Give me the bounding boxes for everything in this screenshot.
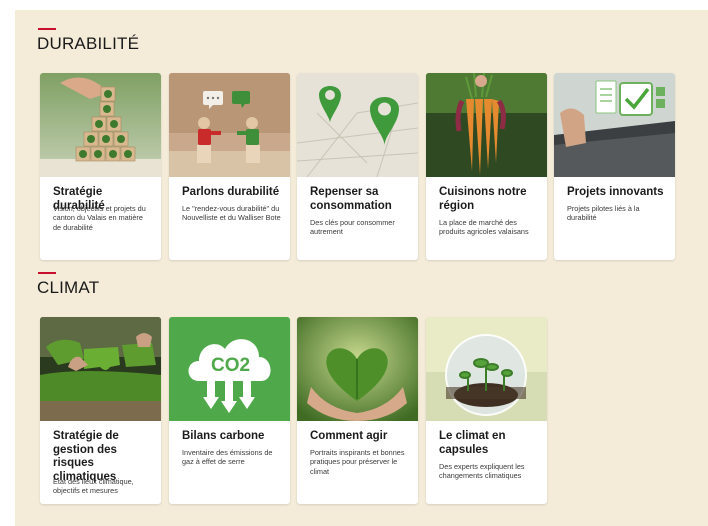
card-image-laptop-checklist (554, 73, 675, 177)
card-image-glass-sphere (426, 317, 547, 421)
card-title: Repenser sa consommation (310, 186, 392, 212)
card-climat-capsules[interactable]: Le climat en capsules Des experts expliq… (426, 317, 547, 504)
card-image-carrots (426, 73, 547, 177)
card-image-wooden-blocks (40, 73, 161, 177)
section-title-climat: CLIMAT (37, 278, 100, 297)
card-comment-agir[interactable]: Comment agir Portraits inspirants et bon… (297, 317, 418, 504)
card-description: Vision, objectifs et projets du canton d… (53, 204, 146, 232)
card-projets-innovants[interactable]: Projets innovants Projets pilotes liés à… (554, 73, 675, 260)
card-title: Parlons durabilité (182, 186, 280, 198)
card-title: Comment agir (310, 430, 388, 442)
section-title-durabilite: DURABILITÉ (37, 34, 140, 53)
card-image-map-pins (297, 73, 418, 177)
card-description: Portraits inspirants et bonnes pratiques… (310, 448, 405, 476)
card-strategie-risques-climatiques[interactable]: Stratégie de gestion des risques climati… (40, 317, 161, 504)
card-description: Etat des lieux climatique, objectifs et … (53, 477, 134, 496)
card-title: Projets innovants (567, 186, 664, 198)
co2-icon-text: CO2 (211, 355, 250, 376)
card-title: Stratégie de gestion des risques climati… (53, 430, 119, 483)
section-accent-climat (38, 272, 56, 274)
card-title: Cuisinons notre région (439, 186, 527, 212)
card-description: Des clés pour consommer autrement (310, 218, 395, 237)
card-image-co2-cloud: CO2 (169, 317, 290, 421)
card-description: Des experts expliquent les changements c… (439, 462, 525, 481)
card-description: Inventaire des émissions de gaz à effet … (182, 448, 273, 467)
card-description: La place de marché des produits agricole… (439, 218, 529, 237)
card-cuisinons-region[interactable]: Cuisinons notre région La place de march… (426, 73, 547, 260)
card-parlons-durabilite[interactable]: Parlons durabilité Le "rendez-vous durab… (169, 73, 290, 260)
card-description: Projets pilotes liés à la durabilité (567, 204, 640, 223)
section-accent-durabilite (38, 28, 56, 30)
card-repenser-consommation[interactable]: Repenser sa consommation Des clés pour c… (297, 73, 418, 260)
card-description: Le "rendez-vous durabilité" du Nouvellis… (182, 204, 281, 223)
card-image-moss-puzzle (40, 317, 161, 421)
card-image-wooden-figures (169, 73, 290, 177)
card-strategie-durabilite[interactable]: Stratégie durabilité Vision, objectifs e… (40, 73, 161, 260)
card-title: Bilans carbone (182, 430, 265, 442)
card-title: Le climat en capsules (439, 430, 506, 456)
card-image-hands-leaf (297, 317, 418, 421)
card-bilans-carbone[interactable]: CO2 Bilans carbone Inventaire des émissi… (169, 317, 290, 504)
